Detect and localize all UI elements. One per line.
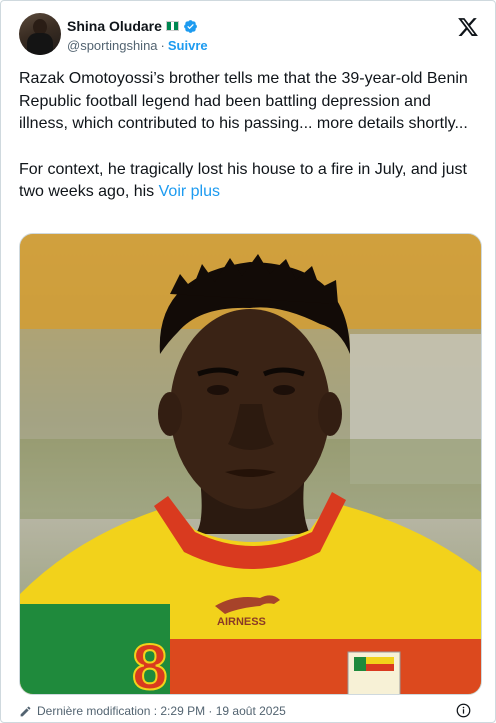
verified-badge-icon — [184, 19, 197, 33]
jersey-brand: AIRNESS — [217, 616, 266, 628]
ear-left — [158, 392, 182, 436]
tweet-paragraph-1: Razak Omotoyossi’s brother tells me that… — [19, 70, 468, 133]
avatar-body — [27, 33, 53, 55]
edit-timestamp[interactable]: Dernière modification : 2:29 PM · 19 aoû… — [37, 704, 286, 718]
follow-button[interactable]: Suivre — [168, 38, 208, 53]
tweet-card: Shina Oludare @sportingshina · Suivre Ra… — [0, 0, 496, 723]
handle-separator: · — [160, 38, 165, 53]
display-name[interactable]: Shina Oludare — [67, 18, 162, 34]
tweet-paragraph-2-text: For context, he tragically lost his hous… — [19, 160, 467, 201]
show-more-link[interactable]: Voir plus — [159, 183, 220, 200]
tweet-text: Razak Omotoyossi’s brother tells me that… — [19, 68, 481, 204]
tweet-paragraph-2: For context, he tragically lost his hous… — [19, 159, 481, 204]
avatar[interactable] — [19, 13, 61, 55]
eye-right — [273, 385, 295, 395]
jersey-red-panel — [170, 634, 481, 694]
jersey-number: 8 — [132, 631, 168, 695]
badge-flag-green — [354, 657, 366, 671]
user-handle[interactable]: @sportingshina — [67, 38, 158, 53]
info-icon[interactable] — [456, 703, 471, 718]
name-row: Shina Oludare — [67, 16, 198, 36]
eye-left — [207, 385, 229, 395]
x-logo-icon[interactable] — [457, 16, 479, 38]
badge-flag-red — [366, 664, 394, 671]
photo-illustration: 8 AIRNESS — [20, 234, 481, 695]
tweet-header: Shina Oludare @sportingshina · Suivre — [19, 13, 485, 61]
tweet-footer: Dernière modification : 2:29 PM · 19 aoû… — [19, 701, 485, 721]
ear-right — [318, 392, 342, 436]
tweet-photo[interactable]: 8 AIRNESS — [19, 233, 482, 695]
badge-flag-yellow — [366, 657, 394, 664]
pencil-icon — [20, 706, 31, 716]
nigeria-flag-icon — [165, 21, 179, 31]
handle-row: @sportingshina · Suivre — [67, 38, 208, 53]
